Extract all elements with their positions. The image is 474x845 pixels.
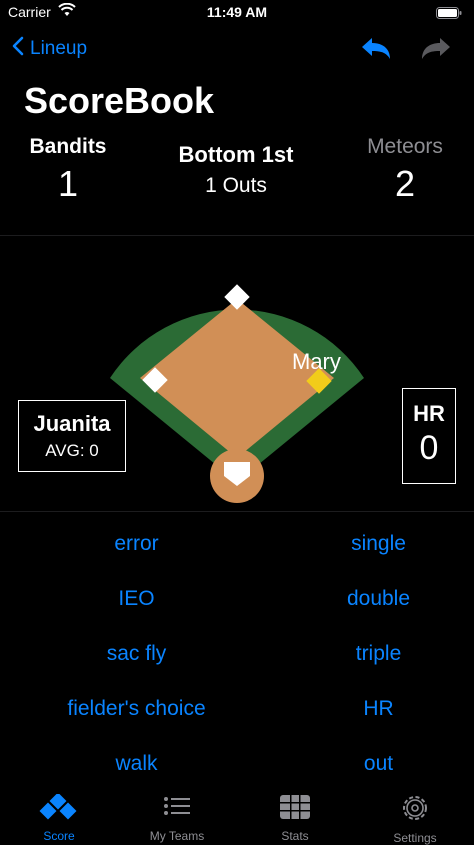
batter-card[interactable]: Juanita AVG: 0	[18, 400, 126, 472]
tab-label-settings: Settings	[393, 831, 437, 845]
battery-icon	[436, 6, 462, 24]
away-team-panel: Meteors 2	[355, 135, 455, 205]
fielders-choice-button[interactable]: fielder's choice	[18, 697, 255, 721]
status-bar: Carrier 11:49 AM	[0, 0, 474, 26]
home-team-score: 1	[57, 163, 79, 204]
runner-name-label: Mary	[292, 349, 341, 374]
second-base	[224, 284, 250, 310]
stat-value: 0	[419, 429, 439, 467]
single-button[interactable]: single	[260, 532, 474, 556]
list-icon	[162, 797, 192, 824]
tab-score[interactable]: Score	[0, 792, 118, 843]
out-button[interactable]: out	[260, 752, 474, 776]
chevron-left-icon	[12, 36, 24, 62]
tab-bar: Score My Teams Stats Settings	[0, 788, 474, 845]
triple-button[interactable]: triple	[260, 642, 474, 666]
tab-label-my-teams: My Teams	[149, 829, 205, 843]
score-diamond-icon	[39, 792, 79, 824]
outs-label: 1 Outs	[205, 174, 267, 197]
away-team-score: 2	[394, 163, 416, 204]
table-icon	[279, 795, 311, 824]
away-team-name: Meteors	[367, 135, 443, 158]
stat-card[interactable]: HR 0	[402, 388, 456, 484]
navigation-bar: Lineup	[0, 30, 474, 70]
home-team-name: Bandits	[29, 135, 107, 158]
tab-stats[interactable]: Stats	[236, 794, 354, 843]
infield-dirt	[140, 299, 334, 458]
undo-button[interactable]	[360, 36, 392, 67]
tab-my-teams[interactable]: My Teams	[118, 794, 236, 843]
inning-label: Bottom 1st	[178, 142, 294, 167]
redo-arrow-icon	[420, 38, 452, 66]
ieo-button[interactable]: IEO	[18, 587, 255, 611]
home-run-button[interactable]: HR	[260, 697, 474, 721]
back-button[interactable]: Lineup	[12, 36, 87, 62]
error-button[interactable]: error	[18, 532, 255, 556]
tab-settings[interactable]: Settings	[356, 794, 474, 845]
home-team-panel: Bandits 1	[18, 135, 118, 205]
undo-arrow-icon	[360, 38, 392, 66]
status-time: 11:49 AM	[206, 4, 268, 20]
back-button-label: Lineup	[30, 38, 88, 59]
redo-button[interactable]	[420, 36, 452, 67]
gear-icon	[400, 796, 430, 826]
tab-label-score: Score	[43, 829, 75, 843]
divider	[0, 511, 474, 512]
walk-button[interactable]: walk	[18, 752, 255, 776]
batter-average: AVG: 0	[45, 441, 99, 460]
tab-label-stats: Stats	[281, 829, 309, 843]
inning-panel: Bottom 1st 1 Outs	[140, 142, 332, 198]
double-button[interactable]: double	[260, 587, 474, 611]
batter-name: Juanita	[33, 411, 111, 436]
sac-fly-button[interactable]: sac fly	[18, 642, 255, 666]
stat-label: HR	[413, 401, 445, 426]
page-title: ScoreBook	[24, 80, 215, 121]
